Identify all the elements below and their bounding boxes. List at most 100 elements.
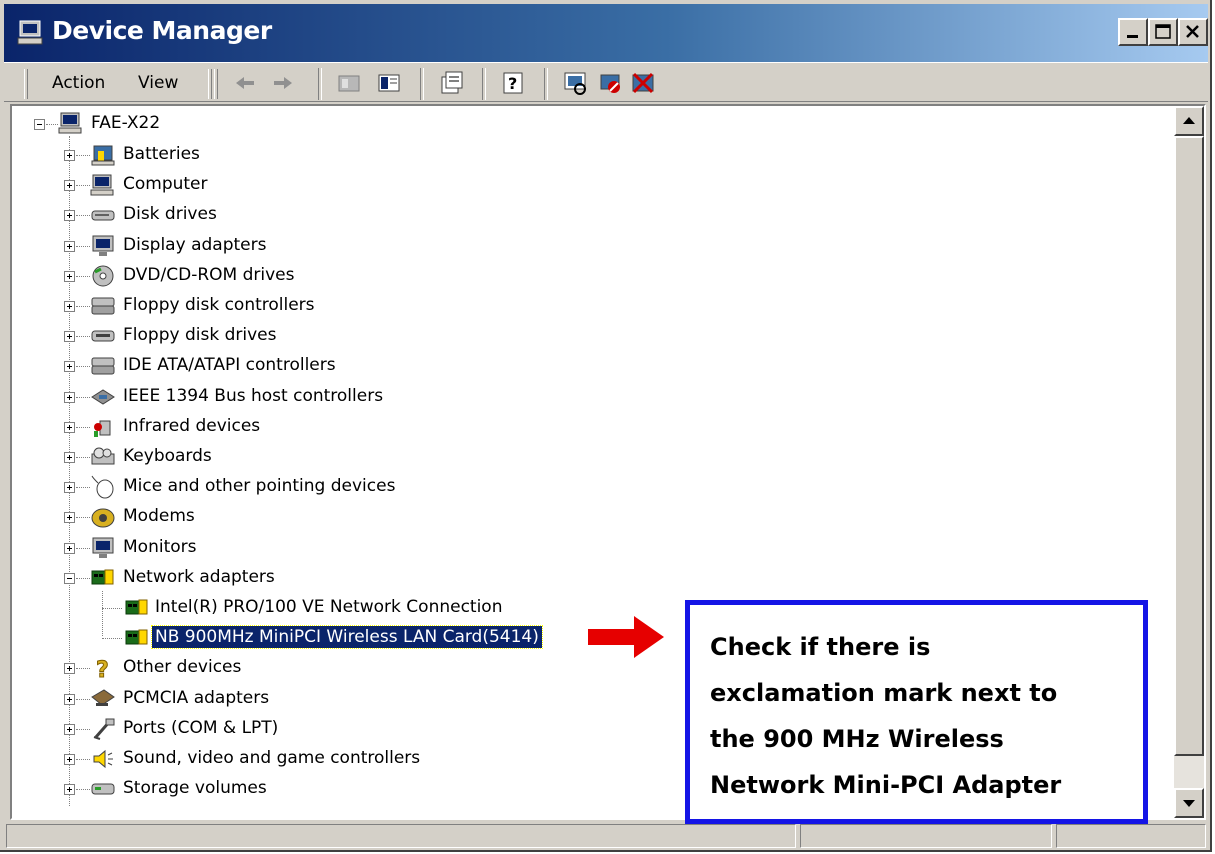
scroll-down-button[interactable] bbox=[1174, 788, 1204, 818]
tree-line bbox=[76, 155, 90, 156]
modem-icon bbox=[91, 508, 115, 528]
expand-toggle[interactable] bbox=[64, 452, 75, 463]
callout-line-2: exclamation mark next to bbox=[710, 679, 1058, 707]
expand-toggle[interactable] bbox=[64, 784, 75, 796]
tree-line bbox=[76, 789, 90, 791]
storage-icon bbox=[91, 783, 115, 795]
tree-item-label[interactable]: Disk drives bbox=[120, 203, 220, 225]
expand-toggle[interactable] bbox=[64, 240, 75, 252]
menu-view[interactable]: View bbox=[138, 73, 178, 93]
tree-item-label[interactable]: IDE ATA/ATAPI controllers bbox=[120, 354, 339, 376]
toolbar: Action View ? bbox=[4, 62, 1208, 102]
minimize-button[interactable] bbox=[1118, 18, 1148, 46]
properties-icon[interactable] bbox=[436, 69, 466, 97]
tree-item-label[interactable]: Mice and other pointing devices bbox=[120, 475, 398, 497]
close-button[interactable] bbox=[1178, 18, 1208, 46]
toolbar-grip[interactable] bbox=[24, 69, 28, 99]
disk-drive-icon bbox=[91, 210, 115, 221]
tree-item-label[interactable]: Batteries bbox=[120, 143, 203, 165]
expand-toggle[interactable] bbox=[64, 512, 75, 524]
tree-item-label[interactable]: Keyboards bbox=[120, 445, 215, 467]
menu-action[interactable]: Action bbox=[52, 73, 105, 93]
tree-line bbox=[76, 668, 90, 670]
infrared-icon bbox=[94, 420, 111, 437]
tree-line bbox=[76, 245, 90, 247]
scan-hardware-icon[interactable] bbox=[560, 69, 590, 97]
expand-toggle[interactable] bbox=[64, 301, 75, 312]
tree-item-label[interactable]: Monitors bbox=[120, 536, 199, 558]
expand-toggle[interactable] bbox=[64, 723, 75, 735]
uninstall-device-icon[interactable] bbox=[628, 69, 658, 97]
tree-item-label[interactable]: Ports (COM & LPT) bbox=[120, 717, 281, 739]
title-bar[interactable]: Device Manager bbox=[4, 4, 1208, 62]
scroll-up-button[interactable] bbox=[1174, 106, 1204, 136]
tree-line bbox=[46, 124, 58, 125]
tree-item-label[interactable]: Storage volumes bbox=[120, 777, 270, 799]
svg-text:?: ? bbox=[508, 74, 517, 93]
tree-item-label[interactable]: Display adapters bbox=[120, 234, 269, 256]
toolbar-grip-2 bbox=[208, 69, 212, 99]
tree-item-label[interactable]: Floppy disk drives bbox=[120, 324, 279, 346]
tree-item-label[interactable]: DVD/CD-ROM drives bbox=[120, 264, 297, 286]
network-card-icon bbox=[125, 599, 148, 615]
network-card-icon bbox=[125, 629, 148, 645]
show-hide-tree-icon[interactable] bbox=[374, 69, 404, 97]
disable-device-icon[interactable] bbox=[596, 69, 626, 97]
expand-toggle[interactable] bbox=[64, 391, 75, 403]
mouse-icon bbox=[91, 475, 114, 499]
callout-line-1: Check if there is bbox=[710, 633, 931, 661]
network-card-icon bbox=[91, 569, 114, 585]
tree-line bbox=[76, 275, 90, 277]
tree-line bbox=[76, 336, 90, 338]
tree-line bbox=[76, 698, 90, 700]
tree-item-label[interactable]: Modems bbox=[120, 505, 198, 527]
tree-item-label-selected[interactable]: NB 900MHz MiniPCI Wireless LAN Card(5414… bbox=[151, 625, 543, 650]
tree-item-label[interactable]: Computer bbox=[120, 173, 211, 195]
expand-toggle[interactable] bbox=[64, 482, 75, 494]
vertical-scrollbar[interactable] bbox=[1174, 106, 1204, 818]
expand-toggle[interactable] bbox=[64, 663, 75, 675]
up-level-icon[interactable] bbox=[334, 69, 364, 97]
expand-toggle[interactable] bbox=[64, 331, 75, 343]
status-cell-main bbox=[6, 824, 796, 848]
expand-toggle[interactable] bbox=[64, 542, 75, 554]
expand-toggle[interactable] bbox=[64, 180, 75, 192]
callout-line-3: the 900 MHz Wireless bbox=[710, 725, 1004, 753]
toolbar-grip-3 bbox=[214, 69, 218, 99]
expand-toggle[interactable] bbox=[64, 421, 75, 433]
help-icon[interactable]: ? bbox=[498, 69, 528, 97]
scroll-thumb[interactable] bbox=[1174, 136, 1204, 756]
collapse-toggle[interactable] bbox=[64, 572, 75, 584]
collapse-toggle[interactable] bbox=[34, 119, 45, 130]
tree-item-label[interactable]: Intel(R) PRO/100 VE Network Connection bbox=[152, 596, 506, 618]
callout-line-4: Network Mini-PCI Adapter bbox=[710, 771, 1062, 799]
tree-item-label[interactable]: Other devices bbox=[120, 656, 244, 678]
controller-icon bbox=[91, 297, 115, 315]
tree-item-label[interactable]: Floppy disk controllers bbox=[120, 294, 318, 316]
tree-item-label[interactable]: Sound, video and game controllers bbox=[120, 747, 423, 769]
status-cell-2 bbox=[800, 824, 1052, 848]
tree-line bbox=[102, 638, 122, 640]
expand-toggle[interactable] bbox=[64, 210, 75, 222]
tree-item-label[interactable]: Infrared devices bbox=[120, 415, 263, 437]
window-title: Device Manager bbox=[52, 16, 272, 45]
tree-item-label[interactable]: PCMCIA adapters bbox=[120, 687, 272, 709]
expand-toggle[interactable] bbox=[64, 150, 75, 161]
tree-root-label[interactable]: FAE-X22 bbox=[88, 112, 163, 134]
expand-toggle[interactable] bbox=[64, 361, 75, 373]
forward-icon[interactable] bbox=[268, 69, 298, 97]
tree-item-label[interactable]: Network adapters bbox=[120, 566, 278, 588]
computer-icon bbox=[58, 112, 82, 134]
expand-toggle[interactable] bbox=[64, 693, 75, 705]
tree-line bbox=[76, 396, 90, 398]
maximize-button[interactable] bbox=[1148, 18, 1178, 46]
toolbar-separator bbox=[318, 68, 322, 100]
annotation-arrow-icon bbox=[588, 616, 664, 658]
tree-line bbox=[76, 185, 90, 187]
svg-text:?: ? bbox=[96, 658, 109, 680]
tree-item-label[interactable]: IEEE 1394 Bus host controllers bbox=[120, 385, 386, 407]
back-icon[interactable] bbox=[230, 69, 260, 97]
expand-toggle[interactable] bbox=[64, 754, 75, 765]
expand-toggle[interactable] bbox=[64, 270, 75, 282]
tree-line bbox=[76, 728, 90, 730]
